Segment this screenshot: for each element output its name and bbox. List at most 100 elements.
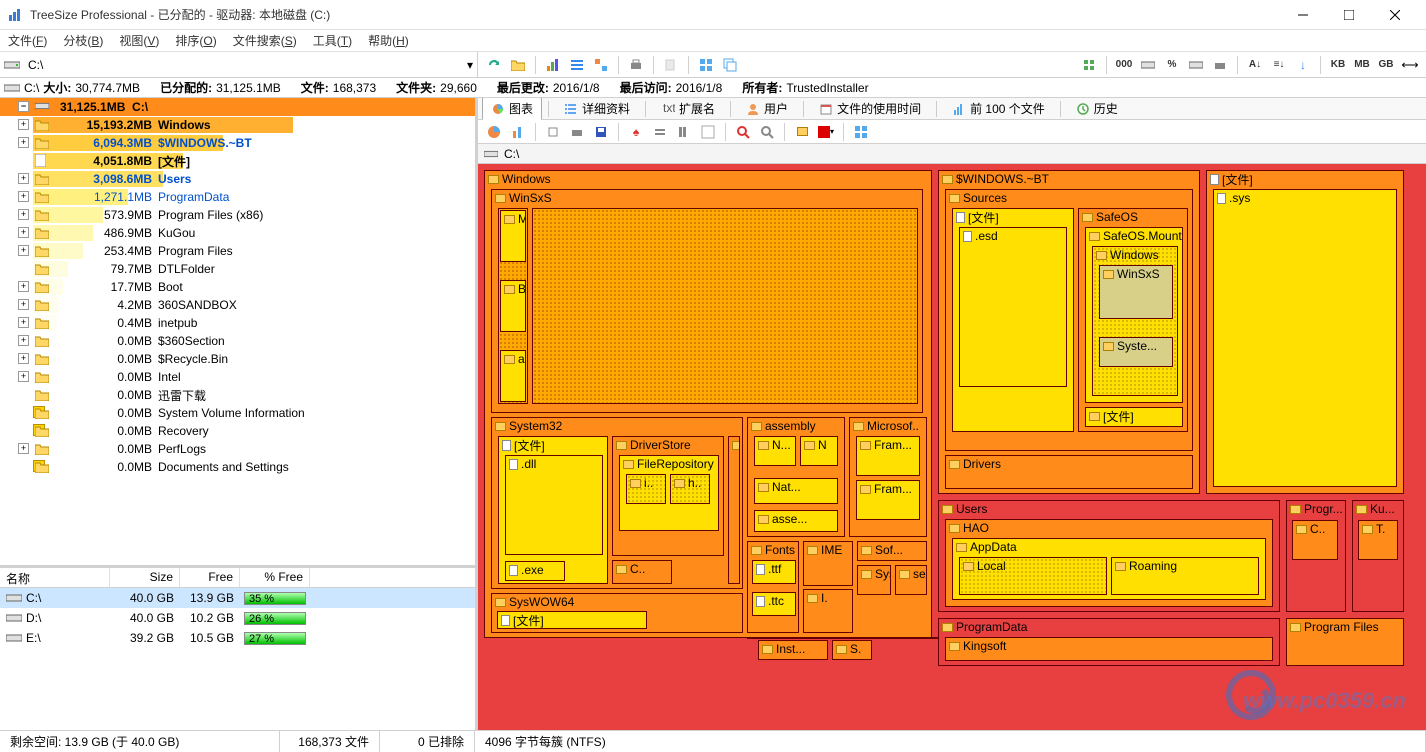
opt1-button[interactable]: ♠ xyxy=(626,122,646,142)
tree-row[interactable]: +0.0MBPerfLogs xyxy=(0,440,475,458)
tree-row[interactable]: +0.0MB$360Section xyxy=(0,332,475,350)
hdr-size[interactable]: Size xyxy=(110,568,180,587)
treemap-box[interactable]: [文件].sys xyxy=(1206,170,1404,494)
color-button[interactable]: ▾ xyxy=(816,122,836,142)
print-button[interactable] xyxy=(626,55,646,75)
tree-row[interactable]: 4,051.8MB[文件] xyxy=(0,152,475,170)
treemap-box[interactable]: Fram... xyxy=(856,480,920,520)
list-button[interactable] xyxy=(567,55,587,75)
treemap-box[interactable]: Syste... xyxy=(1099,337,1173,367)
treemap-box[interactable]: Roaming xyxy=(1111,557,1259,595)
treemap-box[interactable]: B.. xyxy=(500,280,526,332)
expand-icon[interactable]: + xyxy=(18,173,29,184)
sort-az-button[interactable]: A↓ xyxy=(1245,55,1265,75)
treemap-box[interactable]: Fram... xyxy=(856,436,920,476)
treemap-box[interactable]: C.. xyxy=(612,560,672,584)
tab-clock[interactable]: 文件的使用时间 xyxy=(810,98,930,120)
treemap-box[interactable]: WindowsWinSxSM..B..a..System32[文件].dll.e… xyxy=(484,170,932,638)
treemap-box[interactable]: S. xyxy=(832,640,872,660)
treemap-box[interactable]: h.. xyxy=(670,474,710,504)
expand-icon[interactable]: + xyxy=(18,299,29,310)
tree-row[interactable]: 0.0MB迅雷下载 xyxy=(0,386,475,404)
treemap-box[interactable]: Program Files xyxy=(1286,618,1404,666)
view-000-button[interactable]: 000 xyxy=(1114,55,1134,75)
copy-button[interactable] xyxy=(661,55,681,75)
crumb-path[interactable]: C:\ xyxy=(504,147,519,161)
treemap-box[interactable]: SafeOS.MountWindowsWinSxSSyste... xyxy=(1085,227,1183,403)
treemap-box[interactable]: C.. xyxy=(1292,520,1338,560)
treemap-box[interactable]: asse... xyxy=(754,510,838,532)
treemap-box[interactable]: Local xyxy=(959,557,1107,595)
menu-b[interactable]: 分枝(B) xyxy=(63,32,103,49)
tile-button[interactable] xyxy=(696,55,716,75)
treemap-box[interactable]: T. xyxy=(1358,520,1398,560)
tree-row[interactable]: +1,271.1MBProgramData xyxy=(0,188,475,206)
tab-pie[interactable]: 图表 xyxy=(482,98,542,120)
treemap-box[interactable]: N... xyxy=(754,436,796,466)
treemap-box[interactable]: IME xyxy=(803,541,853,586)
expand-button[interactable] xyxy=(1079,55,1099,75)
disk2-button[interactable] xyxy=(1186,55,1206,75)
treemap-box[interactable]: Nat... xyxy=(754,478,838,504)
treemap-box[interactable]: SafeOSSafeOS.MountWindowsWinSxSSyste...[… xyxy=(1078,208,1188,432)
treemap-box[interactable]: AppDataLocalRoaming xyxy=(952,538,1266,600)
treemap-box[interactable]: [文件] xyxy=(1085,407,1183,427)
auto-unit-button[interactable]: ⟷ xyxy=(1400,55,1420,75)
tree-row[interactable]: +3,098.6MBUsers xyxy=(0,170,475,188)
expand-icon[interactable]: + xyxy=(18,191,29,202)
unit-gb-button[interactable]: GB xyxy=(1376,55,1396,75)
treemap-box[interactable]: UsersHAOAppDataLocalRoaming xyxy=(938,500,1280,612)
treemap-box[interactable]: [文件].dll.exe xyxy=(498,436,608,584)
open-folder-button[interactable] xyxy=(508,55,528,75)
tree-row[interactable]: +6,094.3MB$WINDOWS.~BT xyxy=(0,134,475,152)
cascade-button[interactable] xyxy=(720,55,740,75)
menu-t[interactable]: 工具(T) xyxy=(313,32,352,49)
tree-row[interactable]: 79.7MBDTLFolder xyxy=(0,260,475,278)
treemap-box[interactable]: Drivers xyxy=(945,455,1193,489)
tree-row[interactable]: !0.0MBRecovery xyxy=(0,422,475,440)
tree-row[interactable]: +253.4MBProgram Files xyxy=(0,242,475,260)
tree-root[interactable]: − 31,125.1MB C:\ xyxy=(0,98,475,116)
treemap-box[interactable]: System32[文件].dll.exeDriverStoreFileRepos… xyxy=(491,417,743,589)
pie-icon[interactable] xyxy=(484,122,504,142)
percent-button[interactable]: % xyxy=(1162,55,1182,75)
treemap-box[interactable]: Microsof..Fram...Fram... xyxy=(849,417,927,537)
disk-button[interactable] xyxy=(1138,55,1158,75)
treemap-box[interactable]: $WINDOWS.~BTSources[文件].esdSafeOSSafeOS.… xyxy=(938,170,1200,494)
treemap-box[interactable]: M.. xyxy=(500,210,526,262)
treemap-box[interactable]: .ttf xyxy=(752,560,796,584)
treemap-box[interactable]: Sys... xyxy=(857,565,891,595)
treemap-box[interactable]: N xyxy=(800,436,838,466)
expand-icon[interactable]: + xyxy=(18,353,29,364)
treemap-box[interactable]: WindowsWinSxSSyste... xyxy=(1092,246,1178,396)
treemap-box[interactable]: w xyxy=(728,436,740,584)
treemap-box[interactable]: .exe xyxy=(505,561,565,581)
tree-row[interactable]: +0.0MB$Recycle.Bin xyxy=(0,350,475,368)
expand-icon[interactable]: + xyxy=(18,281,29,292)
tab-list[interactable]: 详细资料 xyxy=(555,98,639,120)
expand-icon[interactable]: + xyxy=(18,371,29,382)
treemap-box[interactable]: assemblyN...NNat...asse... xyxy=(747,417,845,537)
tab-top[interactable]: 前 100 个文件 xyxy=(943,98,1054,120)
treemap[interactable]: WindowsWinSxSM..B..a..System32[文件].dll.e… xyxy=(478,164,1426,730)
opt3-button[interactable] xyxy=(674,122,694,142)
printer2-button[interactable] xyxy=(1210,55,1230,75)
treemap-box[interactable]: [文件].esd xyxy=(952,208,1074,432)
close-button[interactable] xyxy=(1372,0,1418,30)
folder-icon[interactable] xyxy=(792,122,812,142)
tree-row[interactable]: +0.0MBIntel xyxy=(0,368,475,386)
drive-row[interactable]: C:\40.0 GB13.9 GB35 % xyxy=(0,588,475,608)
collapse-icon[interactable]: − xyxy=(18,101,29,112)
unit-mb-button[interactable]: MB xyxy=(1352,55,1372,75)
tree-row[interactable]: +0.4MBinetpub xyxy=(0,314,475,332)
expand-icon[interactable]: + xyxy=(18,335,29,346)
tab-hist[interactable]: 历史 xyxy=(1067,98,1127,120)
treemap-box[interactable]: Inst... xyxy=(758,640,828,660)
sort-size-button[interactable]: ≡↓ xyxy=(1269,55,1289,75)
treemap-box[interactable]: .dll xyxy=(505,455,603,555)
maximize-button[interactable] xyxy=(1326,0,1372,30)
menu-v[interactable]: 视图(V) xyxy=(119,32,159,49)
treemap-box[interactable]: a.. xyxy=(500,350,526,402)
treemap-box[interactable]: .sys xyxy=(1213,189,1397,487)
menu-o[interactable]: 排序(O) xyxy=(175,32,216,49)
